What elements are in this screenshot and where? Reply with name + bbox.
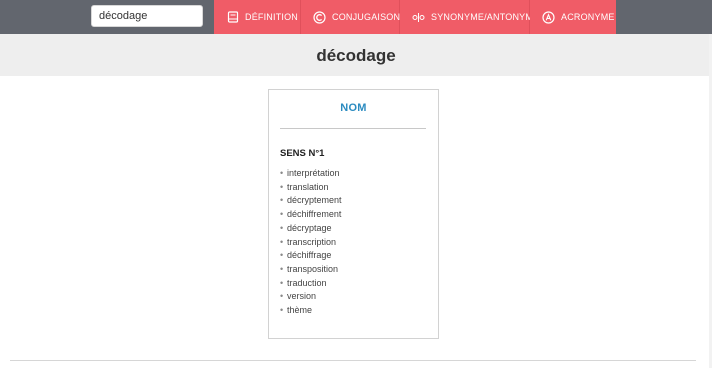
synonym-text: translation <box>287 181 329 192</box>
synonym-item[interactable]: • version <box>280 290 342 304</box>
nav-synonyme-antonyme[interactable]: SYNONYME/ANTONYME <box>400 0 539 34</box>
circled-a-icon <box>542 10 555 24</box>
synonym-item[interactable]: • décryptement <box>280 194 342 208</box>
synonym-item[interactable]: • décryptage <box>280 222 342 236</box>
search-input[interactable] <box>91 5 203 27</box>
synonym-text: déchiffrage <box>287 250 332 261</box>
synonym-text: thème <box>287 305 313 316</box>
synonym-list: • interprétation • translation • décrypteme… <box>280 167 342 318</box>
main-nav: DÉFINITION CONJUGAISON SYNONYME/ANTONYME <box>214 0 616 34</box>
bullet-icon: • <box>280 181 284 192</box>
page-title: décodage <box>316 46 396 65</box>
synonym-item[interactable]: • translation <box>280 181 342 195</box>
nav-definition[interactable]: DÉFINITION <box>214 0 301 34</box>
bullet-icon: • <box>280 305 284 316</box>
synonym-item[interactable]: • thème <box>280 304 342 318</box>
title-banner: décodage <box>0 34 712 76</box>
synonym-text: transcription <box>287 236 337 247</box>
bullet-icon: • <box>280 291 284 302</box>
book-icon <box>226 11 239 24</box>
opposite-arrows-icon <box>412 11 425 24</box>
sense-title: SENS N°1 <box>280 148 325 159</box>
synonym-item[interactable]: • transcription <box>280 236 342 250</box>
synonym-item[interactable]: • déchiffrage <box>280 249 342 263</box>
synonym-card: NOM SENS N°1 • interprétation • translatio… <box>268 89 439 339</box>
synonym-item[interactable]: • interprétation <box>280 167 342 181</box>
card-category-heading: NOM <box>340 102 367 114</box>
nav-acronyme-label: ACRONYME <box>561 12 615 22</box>
synonym-item[interactable]: • déchiffrement <box>280 208 342 222</box>
synonym-text: interprétation <box>287 168 340 178</box>
footer-divider <box>10 360 696 361</box>
top-navigation-bar: DÉFINITION CONJUGAISON SYNONYME/ANTONYME <box>0 0 712 34</box>
synonym-text: décryptage <box>287 222 332 233</box>
bullet-icon: • <box>280 277 284 288</box>
synonym-text: déchiffrement <box>287 209 342 220</box>
nav-conjugaison[interactable]: CONJUGAISON <box>301 0 400 34</box>
bullet-icon: • <box>280 195 284 206</box>
synonym-text: décryptement <box>287 195 342 206</box>
nav-acronyme[interactable]: ACRONYME <box>530 0 616 34</box>
synonym-item[interactable]: • traduction <box>280 277 342 291</box>
copyright-c-icon <box>313 10 326 24</box>
synonym-item[interactable]: • transposition <box>280 263 342 277</box>
synonym-text: version <box>287 291 317 302</box>
bullet-icon: • <box>280 250 284 261</box>
nav-conjugaison-label: CONJUGAISON <box>332 12 401 22</box>
bullet-icon: • <box>280 263 284 274</box>
card-divider <box>280 128 426 129</box>
nav-definition-label: DÉFINITION <box>245 12 298 22</box>
bullet-icon: • <box>280 236 284 247</box>
bullet-icon: • <box>280 222 284 233</box>
bullet-icon: • <box>280 168 284 178</box>
synonym-text: transposition <box>287 263 339 274</box>
bullet-icon: • <box>280 209 284 220</box>
nav-synonyme-antonyme-label: SYNONYME/ANTONYME <box>431 12 540 22</box>
synonym-text: traduction <box>287 277 327 288</box>
